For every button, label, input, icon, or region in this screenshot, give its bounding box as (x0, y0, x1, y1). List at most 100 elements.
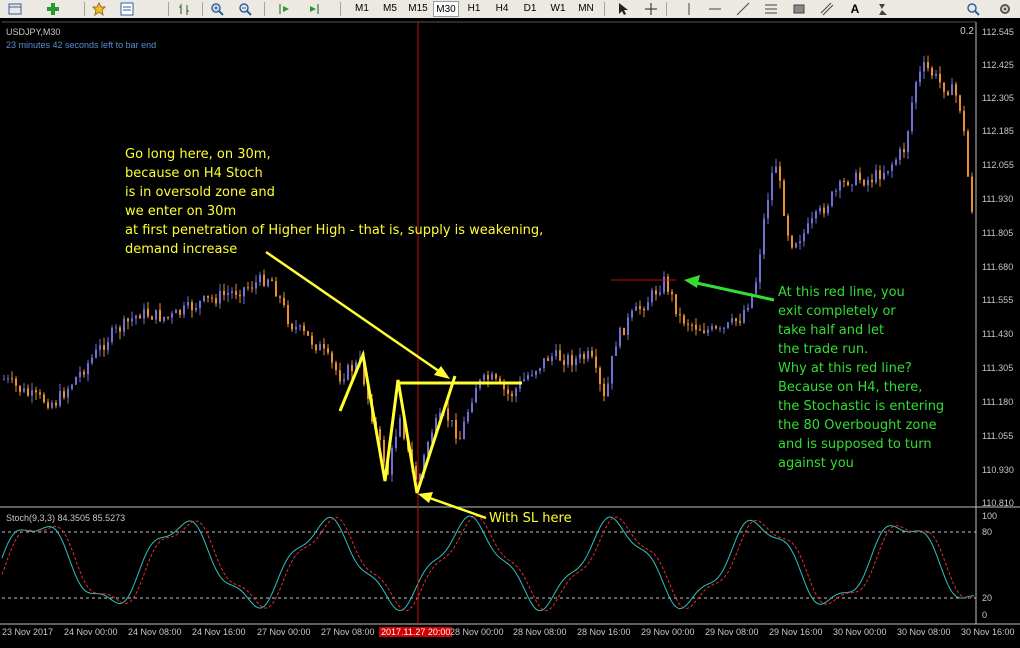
rectangle-icon[interactable] (790, 1, 808, 17)
candle-body (671, 291, 673, 295)
candle-body (963, 110, 965, 132)
tf-m1[interactable]: M1 (349, 1, 375, 17)
candle-body (703, 330, 705, 333)
highlighted-time-label: 2017.11.27 20:00 (379, 627, 453, 637)
price-label: 111.430 (982, 329, 1014, 339)
channel-icon[interactable] (818, 1, 836, 17)
favorites-icon[interactable] (90, 1, 108, 17)
candle-body (515, 388, 517, 397)
candle-body (67, 388, 69, 398)
candle-body (731, 318, 733, 323)
text-icon[interactable]: A (846, 1, 864, 17)
time-label: 30 Nov 08:00 (897, 627, 951, 637)
navigator-icon[interactable] (118, 1, 136, 17)
candle-body (939, 73, 941, 83)
time-label: 28 Nov 08:00 (513, 627, 567, 637)
vertical-line-icon[interactable] (680, 1, 698, 17)
tf-h1[interactable]: H1 (461, 1, 487, 17)
candle-body (615, 346, 617, 356)
search-icon[interactable] (964, 1, 982, 17)
candle-body (859, 172, 861, 181)
trend-line-icon[interactable] (734, 1, 752, 17)
candle-body (635, 306, 637, 311)
chart-shift-icon[interactable] (305, 1, 323, 17)
candle-body (563, 360, 565, 365)
new-chart-icon[interactable] (6, 1, 24, 17)
autoscroll-icon[interactable] (275, 1, 293, 17)
candle-body (935, 73, 937, 76)
candle-body (315, 344, 317, 351)
candle-body (923, 62, 925, 72)
candle-body (535, 371, 537, 376)
time-label: 27 Nov 08:00 (321, 627, 375, 637)
tf-mn[interactable]: MN (573, 1, 599, 17)
bar-chart-icon[interactable] (175, 1, 193, 17)
candle-body (567, 355, 569, 365)
candle-body (955, 84, 957, 96)
candle-body (303, 325, 305, 332)
candle-body (707, 329, 709, 334)
candle-body (879, 170, 881, 180)
candle-body (951, 84, 953, 95)
tf-m15[interactable]: M15 (405, 1, 431, 17)
candle-body (55, 402, 57, 406)
horizontal-line-icon[interactable] (706, 1, 724, 17)
time-label: 29 Nov 08:00 (705, 627, 759, 637)
candle-body (947, 91, 949, 95)
time-label: 24 Nov 08:00 (128, 627, 182, 637)
symbol-label: USDJPY,M30 (6, 27, 61, 37)
candle-body (215, 298, 217, 304)
candle-body (723, 327, 725, 329)
arrows-icon[interactable] (874, 1, 892, 17)
candle-body (311, 335, 313, 345)
candle-body (583, 354, 585, 359)
settings-icon[interactable] (996, 1, 1014, 17)
add-icon[interactable] (44, 1, 62, 17)
candle-body (219, 291, 221, 304)
candle-body (491, 374, 493, 380)
candle-body (207, 295, 209, 298)
candle-body (499, 378, 501, 382)
candle-body (527, 375, 529, 380)
candle-body (99, 345, 101, 350)
tf-w1[interactable]: W1 (545, 1, 571, 17)
candle-body (871, 179, 873, 183)
candle-body (551, 356, 553, 361)
candle-body (811, 218, 813, 224)
tf-d1[interactable]: D1 (517, 1, 543, 17)
candle-body (787, 215, 789, 236)
candle-body (767, 200, 769, 219)
candle-body (163, 316, 165, 321)
zoom-in-icon[interactable] (208, 1, 226, 17)
time-label: 30 Nov 16:00 (961, 627, 1015, 637)
candle-body (523, 379, 525, 381)
chart-window[interactable]: USDJPY,M30 23 minutes 42 seconds left to… (0, 18, 1020, 648)
candle-body (239, 294, 241, 297)
candle-body (155, 309, 157, 320)
tf-h4[interactable]: H4 (489, 1, 515, 17)
crosshair-icon[interactable] (642, 1, 660, 17)
price-label: 111.680 (982, 262, 1014, 272)
candle-body (171, 313, 173, 318)
candle-body (71, 384, 73, 389)
stoch-level-label: 100 (982, 511, 998, 521)
cursor-icon[interactable] (614, 1, 632, 17)
candle-body (151, 316, 153, 320)
candle-body (19, 385, 21, 392)
zoom-out-icon[interactable] (236, 1, 254, 17)
candle-body (571, 355, 573, 366)
candle-body (63, 391, 65, 398)
candle-body (795, 243, 797, 248)
candle-body (107, 341, 109, 350)
time-label: 28 Nov 16:00 (577, 627, 631, 637)
fibo-icon[interactable] (762, 1, 780, 17)
tf-m30[interactable]: M30 (433, 1, 459, 17)
tf-m5[interactable]: M5 (377, 1, 403, 17)
candle-body (199, 301, 201, 308)
time-label: 29 Nov 16:00 (769, 627, 823, 637)
time-label: 24 Nov 16:00 (192, 627, 246, 637)
candle-body (275, 281, 277, 297)
stochastic-indicator (1, 515, 975, 612)
candle-body (147, 308, 149, 317)
candle-body (607, 383, 609, 397)
